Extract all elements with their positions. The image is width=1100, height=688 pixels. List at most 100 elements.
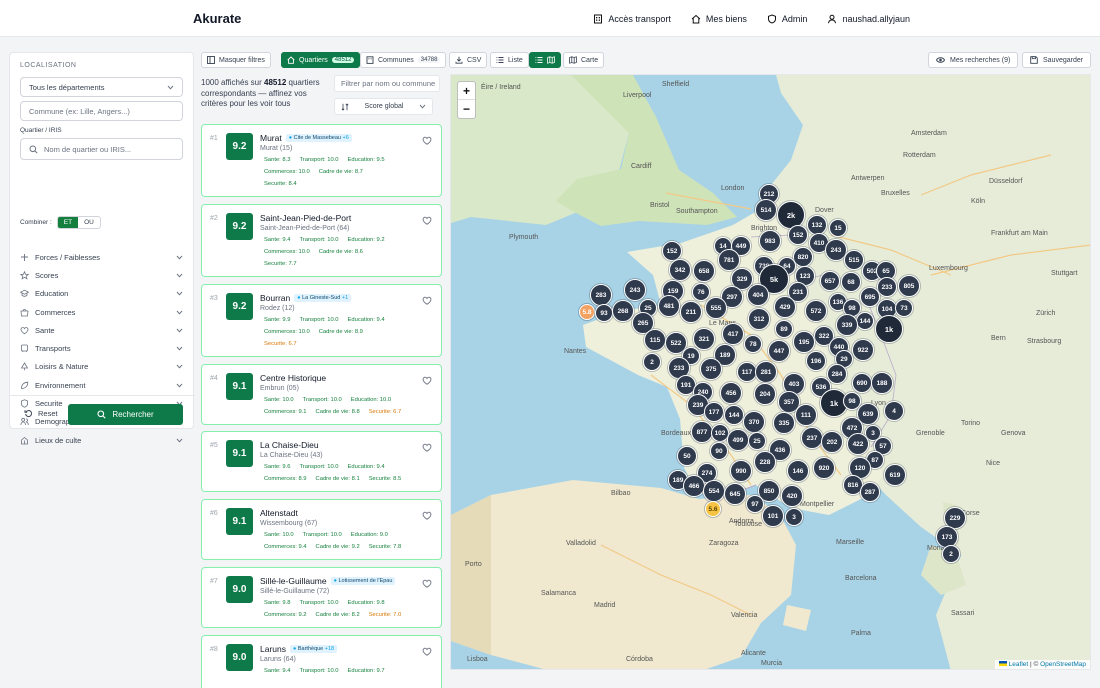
map-cluster[interactable]: 3 bbox=[785, 508, 803, 526]
leaflet-link[interactable]: Leaflet bbox=[1009, 661, 1029, 668]
map-cluster[interactable]: 152 bbox=[788, 225, 808, 245]
map-cluster[interactable]: 690 bbox=[852, 373, 872, 393]
zoom-in-button[interactable]: + bbox=[458, 82, 475, 100]
map-cluster[interactable]: 781 bbox=[718, 249, 740, 271]
map-cluster[interactable]: 228 bbox=[754, 451, 776, 473]
osm-link[interactable]: OpenStreetMap bbox=[1040, 661, 1086, 668]
map-cluster[interactable]: 211 bbox=[680, 301, 702, 323]
map-cluster[interactable]: 339 bbox=[836, 314, 858, 336]
map-cluster[interactable]: 50 bbox=[677, 446, 697, 466]
result-card[interactable]: #4 9.1 Centre Historique Embrun (05) Sante: … bbox=[201, 364, 442, 425]
heart-icon[interactable] bbox=[422, 511, 432, 520]
map-cluster[interactable]: 335 bbox=[773, 412, 795, 434]
map-cluster[interactable]: 312 bbox=[748, 308, 770, 330]
map-cluster[interactable]: 657 bbox=[820, 271, 840, 291]
search-button[interactable]: Rechercher bbox=[68, 404, 183, 425]
heart-icon[interactable] bbox=[422, 647, 432, 656]
map-cluster[interactable]: 115 bbox=[644, 329, 666, 351]
map-cluster[interactable]: 132 bbox=[807, 215, 827, 235]
map-cluster[interactable]: 188 bbox=[871, 372, 893, 394]
map-cluster[interactable]: 499 bbox=[727, 429, 749, 451]
map-cluster[interactable]: 177 bbox=[704, 402, 724, 422]
map-cluster[interactable]: 152 bbox=[662, 241, 682, 261]
result-card[interactable]: #7 9.0 Sillé-le-Guillaume ● Lotissement de … bbox=[201, 567, 442, 628]
map-cluster[interactable]: 90 bbox=[710, 442, 728, 460]
hide-filters-button[interactable]: Masquer filtres bbox=[201, 52, 271, 68]
map-cluster[interactable]: 111 bbox=[795, 404, 817, 426]
heart-icon[interactable] bbox=[422, 376, 432, 385]
heart-icon[interactable] bbox=[422, 216, 432, 225]
filter-input[interactable]: Filtrer par nom ou commune bbox=[334, 75, 440, 92]
result-card[interactable]: #3 9.2 Bourran ● La Gineste-Sud +1 Rodez (12… bbox=[201, 284, 442, 357]
map-cluster[interactable]: 144 bbox=[724, 405, 744, 425]
map-cluster[interactable]: 658 bbox=[693, 260, 715, 282]
facet-commerces[interactable]: Commerces bbox=[20, 303, 183, 321]
facet-forces-faiblesses[interactable]: Forces / Faiblesses bbox=[20, 248, 183, 266]
quartier-input[interactable]: Nom de quartier ou IRIS... bbox=[20, 138, 183, 160]
my-searches-button[interactable]: Mes recherches (9) bbox=[928, 52, 1019, 68]
map-cluster[interactable]: 196 bbox=[806, 351, 826, 371]
map-cluster[interactable]: 342 bbox=[669, 259, 691, 281]
map-cluster[interactable]: 243 bbox=[624, 279, 646, 301]
map-cluster[interactable]: 101 bbox=[762, 505, 784, 527]
facet-sante[interactable]: Sante bbox=[20, 321, 183, 339]
tab-quartiers[interactable]: Quartiers 48512 bbox=[281, 52, 361, 68]
facet-scores[interactable]: Scores bbox=[20, 266, 183, 284]
app-title[interactable]: Akurate bbox=[193, 11, 241, 26]
facet-environnement[interactable]: Environnement bbox=[20, 376, 183, 394]
map-cluster[interactable]: 78 bbox=[744, 335, 762, 353]
map-cluster[interactable]: 514 bbox=[755, 199, 777, 221]
map-cluster[interactable]: 97 bbox=[746, 495, 764, 513]
map-cluster[interactable]: 25 bbox=[748, 432, 766, 450]
map-cluster[interactable]: 5.8 bbox=[579, 304, 595, 320]
map-cluster[interactable]: 1k bbox=[875, 315, 903, 343]
map-cluster[interactable]: 202 bbox=[821, 431, 843, 453]
result-card[interactable]: #8 9.0 Laruns ● Barthèque +18 Laruns (64) San… bbox=[201, 635, 442, 688]
map-cluster[interactable]: 281 bbox=[755, 361, 777, 383]
map-cluster[interactable]: 645 bbox=[724, 483, 746, 505]
map-cluster[interactable]: 76 bbox=[692, 283, 710, 301]
map-cluster[interactable]: 5.6 bbox=[705, 501, 721, 517]
result-card[interactable]: #5 9.1 La Chaise-Dieu La Chaise-Dieu (43) Sa… bbox=[201, 431, 442, 492]
result-card[interactable]: #1 9.2 Murat ● Cite de Massebeau +6 Murat (1… bbox=[201, 124, 442, 197]
map-cluster[interactable]: 283 bbox=[590, 284, 612, 306]
map-cluster[interactable]: 4 bbox=[884, 401, 904, 421]
map-cluster[interactable]: 417 bbox=[722, 323, 744, 345]
csv-button[interactable]: CSV bbox=[449, 52, 488, 68]
commune-input[interactable]: Commune (ex: Lille, Angers...) bbox=[20, 101, 183, 121]
facet-education[interactable]: Education bbox=[20, 285, 183, 303]
nav-user[interactable]: naushad.allyjaun bbox=[827, 14, 910, 24]
list-view-button[interactable]: Liste bbox=[490, 52, 529, 68]
map-cluster[interactable]: 572 bbox=[805, 300, 827, 322]
map-cluster[interactable]: 983 bbox=[759, 230, 781, 252]
map-cluster[interactable]: 144 bbox=[856, 312, 874, 330]
map-cluster[interactable]: 204 bbox=[754, 383, 776, 405]
nav-mes-biens[interactable]: Mes biens bbox=[691, 14, 747, 24]
map-cluster[interactable]: 481 bbox=[658, 295, 680, 317]
heart-icon[interactable] bbox=[422, 296, 432, 305]
map-cluster[interactable]: 990 bbox=[730, 460, 752, 482]
result-card[interactable]: #2 9.2 Saint-Jean-Pied-de-Port Saint-Jean-P… bbox=[201, 204, 442, 277]
map-cluster[interactable]: 321 bbox=[693, 328, 715, 350]
map-cluster[interactable]: 68 bbox=[841, 272, 861, 292]
map-cluster[interactable]: 554 bbox=[703, 480, 725, 502]
department-select[interactable]: Tous les départements bbox=[20, 77, 183, 97]
map-cluster[interactable]: 404 bbox=[747, 284, 769, 306]
map-cluster[interactable]: 877 bbox=[691, 421, 713, 443]
map-view[interactable]: Éire / Ireland Liverpool Sheffield Cardiff B… bbox=[450, 74, 1091, 670]
map-cluster[interactable]: 117 bbox=[737, 362, 757, 382]
map-cluster[interactable]: 555 bbox=[705, 297, 727, 319]
map-cluster[interactable]: 922 bbox=[852, 339, 874, 361]
nav-admin[interactable]: Admin bbox=[767, 14, 807, 24]
map-cluster[interactable]: 820 bbox=[793, 247, 813, 267]
combine-et[interactable]: ET bbox=[57, 217, 79, 228]
map-cluster[interactable]: 420 bbox=[781, 485, 803, 507]
result-card[interactable]: #6 9.1 Altenstadt Wissembourg (67) Sante: 10… bbox=[201, 499, 442, 560]
sort-select[interactable]: Score global bbox=[334, 98, 433, 115]
facet-lieux-de-culte[interactable]: Lieux de culte bbox=[20, 431, 183, 449]
map-cluster[interactable]: 233 bbox=[877, 277, 897, 297]
map-cluster[interactable]: 375 bbox=[700, 358, 722, 380]
map-cluster[interactable]: 73 bbox=[895, 299, 913, 317]
map-cluster[interactable]: 429 bbox=[774, 296, 796, 318]
map-cluster[interactable]: 15 bbox=[829, 219, 847, 237]
